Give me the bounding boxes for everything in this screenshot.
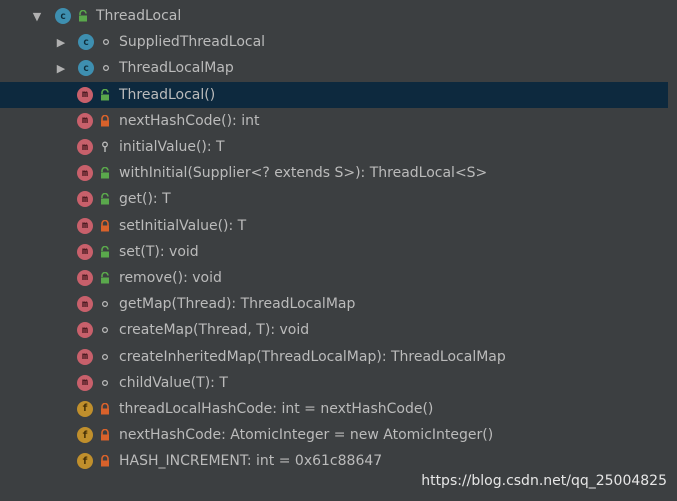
tree-node-label: getMap(Thread): ThreadLocalMap [119,296,356,313]
tree-node-label: get(): T [119,191,171,208]
tree-node-root[interactable]: ▼ c ThreadLocal [0,3,668,29]
tree-node-method[interactable]: m get(): T [0,186,668,212]
tree-node-supplied-thread-local[interactable]: ▶ c SuppliedThreadLocal [0,29,668,55]
expand-arrow-icon[interactable]: ▼ [30,9,44,23]
tree-node-label: threadLocalHashCode: int = nextHashCode(… [119,400,434,417]
method-icon: m [77,243,93,260]
public-lock-icon [101,271,109,284]
tree-node-method[interactable]: m setInitialValue(): T [0,213,668,239]
method-icon: m [77,322,93,339]
static-method-icon: m [77,165,93,182]
tree-node-label: ThreadLocal() [119,86,216,103]
method-icon: m [77,112,93,129]
public-lock-icon [101,193,109,205]
static-field-icon: f [77,427,93,444]
method-icon: m [77,296,93,313]
package-dot-icon [101,379,109,386]
tree-node-method[interactable]: m nextHashCode(): int [0,108,668,134]
public-lock-icon [79,10,87,22]
tree-node-method[interactable]: m set(T): void [0,239,668,265]
method-icon: m [77,374,93,391]
private-lock-icon [101,219,109,232]
structure-tree[interactable]: ▼ c ThreadLocal ▶ c SuppliedThreadLocal … [0,3,677,474]
private-lock-icon [101,429,109,441]
tree-node-label: HASH_INCREMENT: int = 0x61c88647 [119,453,383,470]
tree-node-thread-local-map[interactable]: ▶ c ThreadLocalMap [0,55,668,81]
static-final-field-icon: f [77,453,93,470]
tree-node-field[interactable]: f threadLocalHashCode: int = nextHashCod… [0,396,668,422]
private-lock-icon [101,114,109,127]
collapse-arrow-icon[interactable]: ▶ [54,35,68,49]
public-lock-icon [101,167,109,179]
private-lock-icon [101,455,109,467]
class-icon: c [78,60,94,77]
tree-node-label: withInitial(Supplier<? extends S>): Thre… [119,165,488,182]
tree-node-label: createMap(Thread, T): void [119,322,310,339]
package-dot-icon [102,65,110,72]
tree-node-field[interactable]: f nextHashCode: AtomicInteger = new Atom… [0,422,668,448]
method-icon: m [77,86,93,103]
tree-node-label: SuppliedThreadLocal [119,34,266,51]
tree-node-method[interactable]: m createInheritedMap(ThreadLocalMap): Th… [0,343,668,369]
collapse-arrow-icon[interactable]: ▶ [54,61,68,75]
tree-node-method[interactable]: m createMap(Thread, T): void [0,317,668,343]
package-dot-icon [102,39,110,46]
private-lock-icon [101,402,109,415]
tree-node-label: childValue(T): T [119,374,228,391]
package-dot-icon [101,301,109,308]
field-icon: f [77,400,93,417]
tree-node-constructor[interactable]: m ThreadLocal() [0,81,668,108]
method-icon: m [77,191,93,208]
tree-node-label: nextHashCode: AtomicInteger = new Atomic… [119,427,494,444]
tree-node-label: ThreadLocal [96,8,182,25]
tree-node-method[interactable]: m initialValue(): T [0,134,668,160]
public-lock-icon [101,88,109,101]
tree-node-label: createInheritedMap(ThreadLocalMap): Thre… [119,348,506,365]
watermark-text: https://blog.csdn.net/qq_25004825 [421,473,667,489]
tree-node-label: set(T): void [119,243,199,260]
class-icon: c [78,34,94,51]
tree-node-label: setInitialValue(): T [119,217,247,234]
tree-node-method[interactable]: m remove(): void [0,265,668,291]
tree-node-method[interactable]: m getMap(Thread): ThreadLocalMap [0,291,668,317]
method-icon: m [77,139,93,156]
protected-key-icon [102,141,108,153]
tree-node-method[interactable]: m withInitial(Supplier<? extends S>): Th… [0,160,668,186]
tree-node-label: initialValue(): T [119,139,225,156]
tree-node-label: remove(): void [119,269,222,286]
package-dot-icon [101,327,109,334]
tree-node-method[interactable]: m childValue(T): T [0,370,668,396]
static-method-icon: m [77,348,93,365]
class-icon: c [55,8,71,25]
public-lock-icon [101,245,109,258]
tree-node-field[interactable]: f HASH_INCREMENT: int = 0x61c88647 [0,448,668,474]
tree-node-label: nextHashCode(): int [119,112,260,129]
package-dot-icon [101,353,109,360]
method-icon: m [77,217,93,234]
tree-node-label: ThreadLocalMap [119,60,234,77]
method-icon: m [77,269,93,286]
